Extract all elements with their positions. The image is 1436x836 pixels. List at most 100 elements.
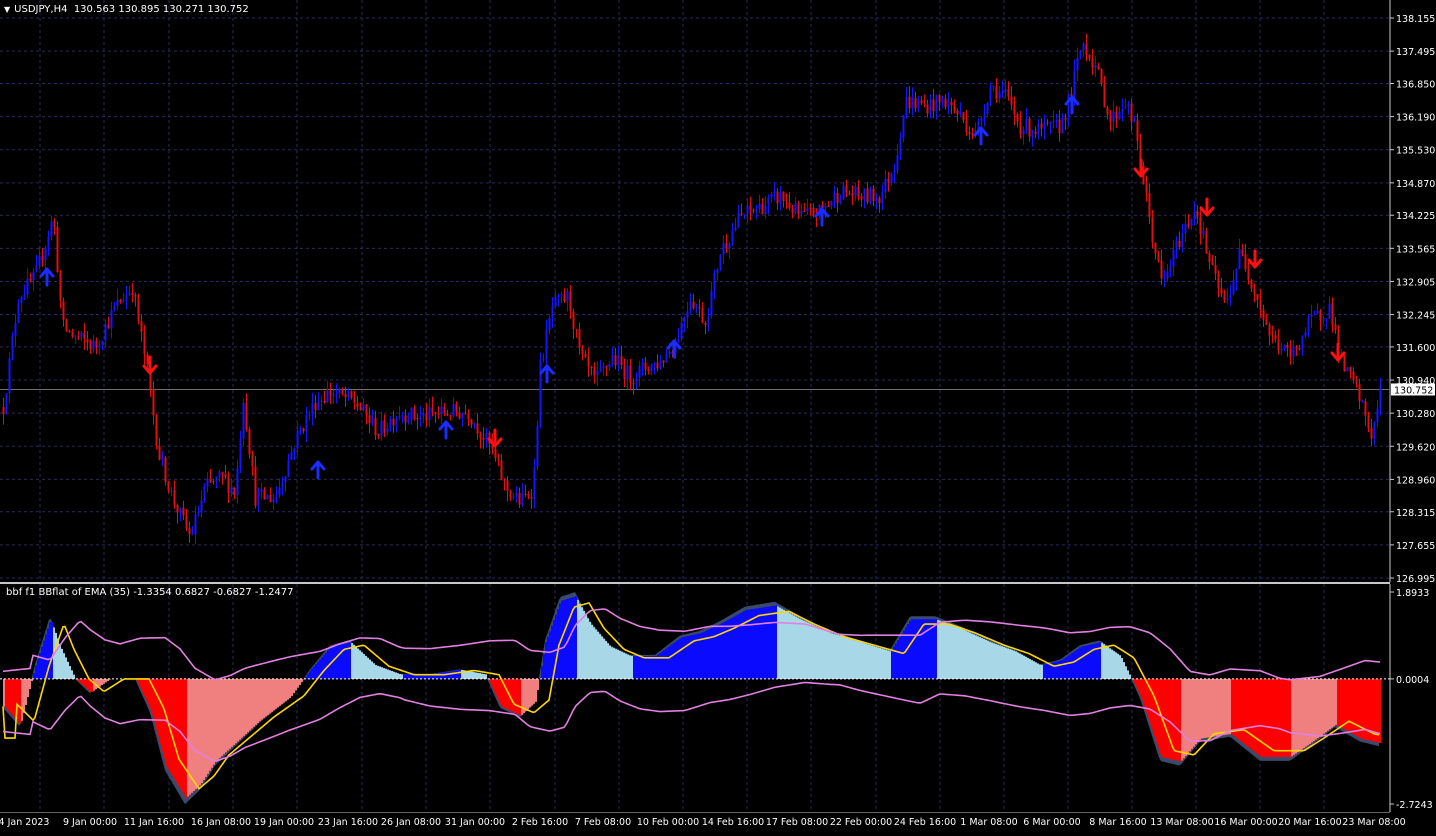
candle-body xyxy=(165,458,167,483)
candle xyxy=(993,85,995,92)
arrow-up-icon xyxy=(440,422,452,438)
candle-body xyxy=(621,356,623,365)
candle-body xyxy=(831,201,833,206)
candle xyxy=(1017,112,1019,127)
candle xyxy=(513,493,515,500)
candle xyxy=(234,487,236,499)
arrow-stroke xyxy=(41,269,53,285)
candle-body xyxy=(687,311,689,318)
candle xyxy=(828,201,830,207)
candle-body xyxy=(135,295,137,297)
candle-body xyxy=(921,100,923,103)
candle-body xyxy=(1224,294,1226,300)
indicator-chart[interactable]: 1.89330.0004-2.7243 xyxy=(0,584,1436,812)
candle xyxy=(21,295,23,312)
histogram-bar xyxy=(1045,664,1047,679)
histogram-bar xyxy=(99,679,101,687)
candle-body xyxy=(153,389,155,415)
candle-body xyxy=(1332,304,1334,325)
candle-body xyxy=(291,452,293,460)
ohlc-values: 130.563 130.895 130.271 130.752 xyxy=(74,4,249,15)
histogram-bar xyxy=(909,621,911,679)
time-tick-label: 7 Feb 08:00 xyxy=(575,817,631,828)
arrow-stroke xyxy=(1201,199,1213,215)
candle-body xyxy=(564,294,566,301)
histogram-bar xyxy=(1035,662,1037,679)
collapse-triangle-icon[interactable]: ▼ xyxy=(4,5,10,14)
histogram-bar xyxy=(1105,646,1107,679)
histogram-bar xyxy=(1175,679,1177,761)
candle-body xyxy=(918,100,920,108)
candle xyxy=(510,490,512,501)
candle-body xyxy=(360,407,362,410)
histogram-bar xyxy=(407,674,409,679)
candle xyxy=(246,393,248,431)
histogram-bar xyxy=(803,621,805,679)
histogram-bar xyxy=(1301,679,1303,749)
candle-body xyxy=(63,301,65,320)
candle-body xyxy=(1227,298,1229,300)
candle-body xyxy=(669,352,671,354)
histogram-bar xyxy=(385,669,387,679)
candle xyxy=(918,96,920,113)
candle xyxy=(300,426,302,435)
histogram-bar xyxy=(1241,679,1243,743)
candle xyxy=(972,128,974,140)
histogram-bar xyxy=(715,626,717,679)
histogram-bar xyxy=(827,632,829,679)
histogram-bar xyxy=(1317,679,1319,738)
time-tick-label: 31 Jan 00:00 xyxy=(445,817,505,828)
candle-body xyxy=(75,336,77,337)
histogram-bar xyxy=(953,626,955,679)
histogram-bar xyxy=(981,638,983,679)
candle xyxy=(1278,329,1280,355)
histogram-bar xyxy=(1061,660,1063,679)
candle-body xyxy=(738,213,740,227)
histogram-bar xyxy=(517,679,519,714)
histogram-bar xyxy=(675,641,677,679)
candle-body xyxy=(1050,122,1052,124)
candle-body xyxy=(810,208,812,209)
time-tick-label: 13 Mar 08:00 xyxy=(1150,817,1213,828)
candle-body xyxy=(138,297,140,321)
candle xyxy=(450,415,452,421)
candle-body xyxy=(60,272,62,301)
histogram-bar xyxy=(1055,662,1057,679)
indicator-panel[interactable]: 1.89330.0004-2.7243 bbf f1 BBflat of EMA… xyxy=(0,584,1436,812)
candle xyxy=(1287,342,1289,357)
candle xyxy=(714,269,716,299)
candle xyxy=(909,86,911,113)
candle xyxy=(267,494,269,499)
candle xyxy=(459,407,461,420)
candle-body xyxy=(474,423,476,424)
candle xyxy=(747,198,749,223)
candle-body xyxy=(498,458,500,461)
histogram-bar xyxy=(629,656,631,679)
candle-body xyxy=(1308,317,1310,332)
candle-body xyxy=(1359,384,1361,401)
candle xyxy=(51,216,53,241)
price-chart[interactable]: 138.155137.495136.850136.190135.530134.8… xyxy=(0,0,1436,582)
candle xyxy=(126,286,128,309)
candle-body xyxy=(429,407,431,420)
candle-body xyxy=(1008,89,1010,96)
candle xyxy=(867,182,869,204)
histogram-bar xyxy=(743,611,745,679)
price-chart-panel[interactable]: 138.155137.495136.850136.190135.530134.8… xyxy=(0,0,1436,582)
candle xyxy=(1059,110,1061,142)
indicator-label: bbf f1 BBflat of EMA (35) -1.3354 0.6827… xyxy=(6,587,294,598)
candle-body xyxy=(381,421,383,436)
candle-body xyxy=(552,306,554,318)
histogram-bar xyxy=(101,679,103,685)
candle xyxy=(192,526,194,535)
histogram-bar xyxy=(549,631,551,679)
candle xyxy=(414,405,416,421)
candle-body xyxy=(375,418,377,435)
histogram-bar xyxy=(1233,679,1235,736)
histogram-bar xyxy=(585,615,587,679)
candle-body xyxy=(720,254,722,269)
histogram-bar xyxy=(605,641,607,679)
candle-body xyxy=(285,476,287,482)
candle xyxy=(36,255,38,272)
candle xyxy=(54,218,56,235)
